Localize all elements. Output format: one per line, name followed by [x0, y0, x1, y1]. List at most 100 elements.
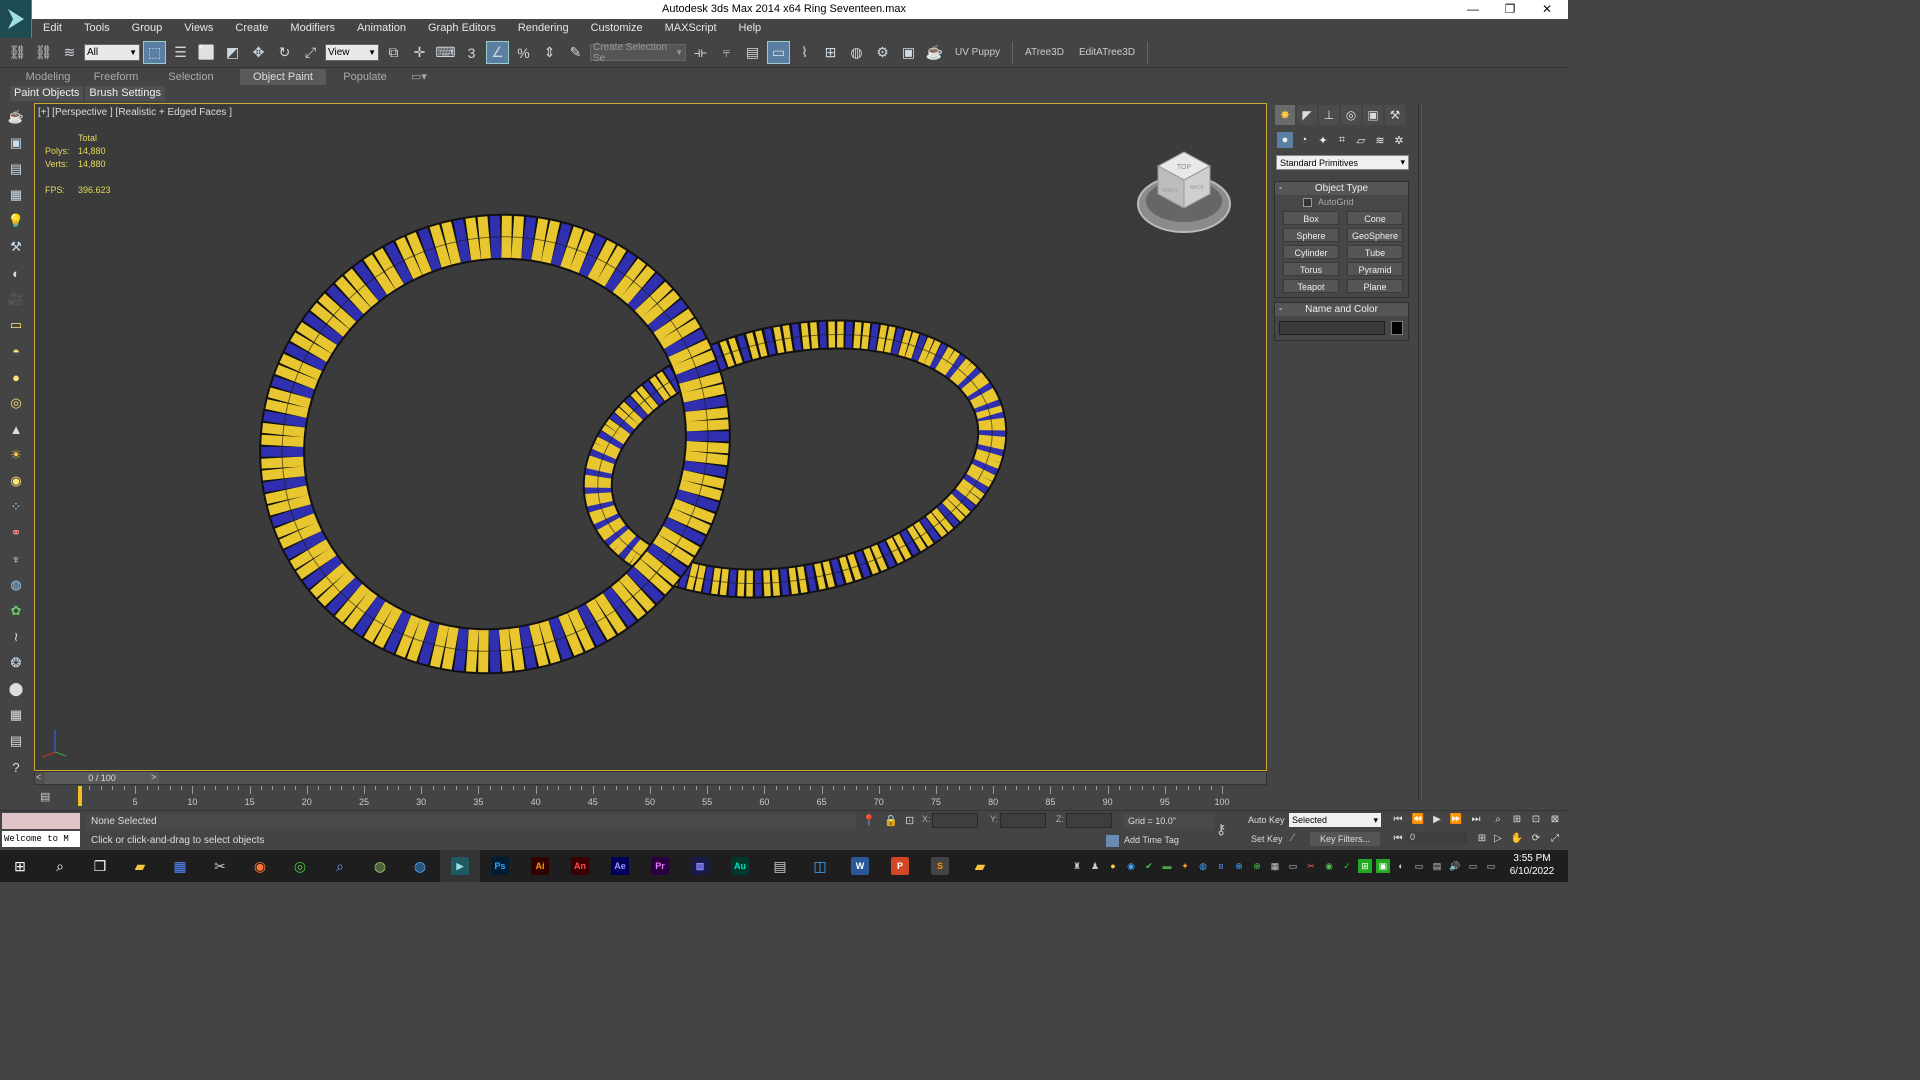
tray-app-icon[interactable]: ♟	[1088, 859, 1102, 873]
atree3d-button[interactable]: ATree3D	[1019, 47, 1070, 58]
prev-frame-icon[interactable]: <	[36, 772, 41, 782]
firefox-icon[interactable]: ◉	[240, 850, 280, 882]
schematic-view-icon[interactable]: ⊞	[819, 41, 842, 64]
menu-graph-editors[interactable]: Graph Editors	[417, 19, 507, 38]
calendar-app-icon[interactable]: ▦	[160, 850, 200, 882]
bones-icon[interactable]: ⚭	[4, 521, 28, 545]
search-icon[interactable]: ⌕	[40, 850, 80, 882]
key-mode-toggle-icon[interactable]: ⏮	[1390, 832, 1406, 846]
orbit-icon[interactable]: ⟳	[1528, 832, 1544, 846]
globe-app-icon[interactable]: ◍	[360, 850, 400, 882]
calculator-icon[interactable]: ▦	[4, 703, 28, 727]
select-and-link-icon[interactable]: ⛓	[6, 41, 29, 64]
system-clock[interactable]: 3:55 PM 6/10/2022	[1508, 852, 1556, 878]
cameras-icon[interactable]: ⌗	[1334, 132, 1350, 148]
torus-button[interactable]: Torus	[1283, 262, 1339, 276]
x-coordinate-field[interactable]	[932, 813, 978, 828]
sphere-primitive-icon[interactable]: ●	[4, 365, 28, 389]
select-object-icon[interactable]: ⬚	[143, 41, 166, 64]
window-crossing-icon[interactable]: ◩	[221, 41, 244, 64]
render-production-icon[interactable]: ☕	[923, 41, 946, 64]
graphite-ribbon-icon[interactable]: ▭	[767, 41, 790, 64]
tray-app-icon[interactable]: ▬	[1160, 859, 1174, 873]
minimize-button[interactable]: —	[1458, 1, 1488, 18]
ribbon-options-icon[interactable]: ▭▾	[404, 69, 434, 85]
key-filters-button[interactable]: Key Filters...	[1310, 832, 1380, 846]
helper-icon[interactable]: ⚒	[4, 235, 28, 259]
tab-object-paint[interactable]: Object Paint	[240, 69, 326, 85]
brush-settings-panel[interactable]: Brush Settings	[85, 86, 165, 101]
zoom-extents-icon[interactable]: ⊡	[1528, 813, 1544, 827]
particles-icon[interactable]: ⁘	[4, 495, 28, 519]
keyboard-icon[interactable]: ▭	[1466, 859, 1480, 873]
network-icon[interactable]: ▤	[1430, 859, 1444, 873]
named-selection-sets-dropdown[interactable]: Create Selection Se ▼	[590, 42, 686, 64]
current-frame-marker[interactable]	[78, 786, 82, 806]
tray-app-icon[interactable]: ✦	[1178, 859, 1192, 873]
helpers-icon[interactable]: ▱	[1353, 132, 1369, 148]
tray-app-icon[interactable]: ▭	[1286, 859, 1300, 873]
tray-app-icon[interactable]: ✔	[1142, 859, 1156, 873]
tray-app-icon[interactable]: ⊕	[1250, 859, 1264, 873]
photoshop-icon[interactable]: Ps	[480, 850, 520, 882]
tab-selection[interactable]: Selection	[142, 69, 240, 85]
left-ring[interactable]	[181, 134, 810, 755]
z-coordinate-field[interactable]	[1066, 813, 1112, 828]
globe-icon[interactable]: ◍	[4, 573, 28, 597]
menu-rendering[interactable]: Rendering	[507, 19, 580, 38]
restore-button[interactable]: ❐	[1495, 1, 1525, 18]
shell-icon[interactable]: ❂	[4, 651, 28, 675]
earth-app-icon[interactable]: ◍	[400, 850, 440, 882]
next-frame-button-icon[interactable]: ⏩	[1448, 813, 1464, 827]
tab-populate[interactable]: Populate	[326, 69, 404, 85]
after-effects-icon[interactable]: Ae	[600, 850, 640, 882]
render-setup-icon[interactable]: ⚙	[871, 41, 894, 64]
biped-icon[interactable]: ♆	[4, 547, 28, 571]
angle-snap-icon[interactable]: ∠	[486, 41, 509, 64]
percent-snap-icon[interactable]: %	[512, 41, 535, 64]
lights-icon[interactable]: ✦	[1315, 132, 1331, 148]
maximize-viewport-icon[interactable]: ⤢	[1547, 832, 1563, 846]
menu-edit[interactable]: Edit	[32, 19, 73, 38]
layer-manager-icon[interactable]: ▤	[741, 41, 764, 64]
plant-icon[interactable]: ✿	[4, 599, 28, 623]
teapot-button[interactable]: Teapot	[1283, 279, 1339, 293]
tray-app-icon[interactable]: ▭	[1412, 859, 1426, 873]
tray-app-icon[interactable]: ♜	[1070, 859, 1084, 873]
box-button[interactable]: Box	[1283, 211, 1339, 225]
track-bar[interactable]: ▤ 5 10 15 20 25 30 35 40 45 50 55 60 65 70 75 80 85 90 95 1…	[34, 786, 1267, 810]
hair-icon[interactable]: ≀	[4, 625, 28, 649]
menu-group[interactable]: Group	[121, 19, 174, 38]
menu-help[interactable]: Help	[728, 19, 773, 38]
play-icon[interactable]: ▶	[1429, 813, 1445, 827]
tray-app-icon[interactable]: ✂	[1304, 859, 1318, 873]
pyramid-button[interactable]: Pyramid	[1347, 262, 1403, 276]
cone-icon[interactable]: ▲	[4, 417, 28, 441]
plane-button[interactable]: Plane	[1347, 279, 1403, 293]
scale-icon[interactable]: ⤢	[299, 41, 322, 64]
editatree3d-button[interactable]: EditATree3D	[1073, 47, 1141, 58]
spinner-snap-icon[interactable]: ⇕	[538, 41, 561, 64]
key-mode-dropdown[interactable]: Selected ▾	[1289, 813, 1381, 827]
search-app-icon[interactable]: ⌕	[320, 850, 360, 882]
material-editor-icon[interactable]: ◍	[845, 41, 868, 64]
illustrator-icon[interactable]: Ai	[520, 850, 560, 882]
tray-app-icon[interactable]: ʙ	[1214, 859, 1228, 873]
sublime-icon[interactable]: S	[920, 850, 960, 882]
menu-modifiers[interactable]: Modifiers	[279, 19, 346, 38]
tab-freeform[interactable]: Freeform	[90, 69, 142, 85]
create-tab-icon[interactable]: ✸	[1275, 105, 1295, 125]
powerpoint-icon[interactable]: P	[880, 850, 920, 882]
keyboard-shortcut-override-icon[interactable]: ⌨	[434, 41, 457, 64]
word-icon[interactable]: W	[840, 850, 880, 882]
camera-icon[interactable]: 🎥	[4, 287, 28, 311]
material-sphere-icon[interactable]: ⬤	[4, 677, 28, 701]
geometry-icon[interactable]: ●	[1277, 132, 1293, 148]
menu-views[interactable]: Views	[173, 19, 224, 38]
media-encoder-icon[interactable]: ▧	[680, 850, 720, 882]
windows-start-icon[interactable]: ⊞	[0, 850, 40, 882]
time-config-icon[interactable]: ⊞	[1474, 832, 1490, 846]
rectangular-selection-icon[interactable]: ⬜	[195, 41, 218, 64]
selection-filter-dropdown[interactable]: All ▼	[84, 44, 140, 61]
teapot-icon[interactable]: ☕	[4, 105, 28, 129]
